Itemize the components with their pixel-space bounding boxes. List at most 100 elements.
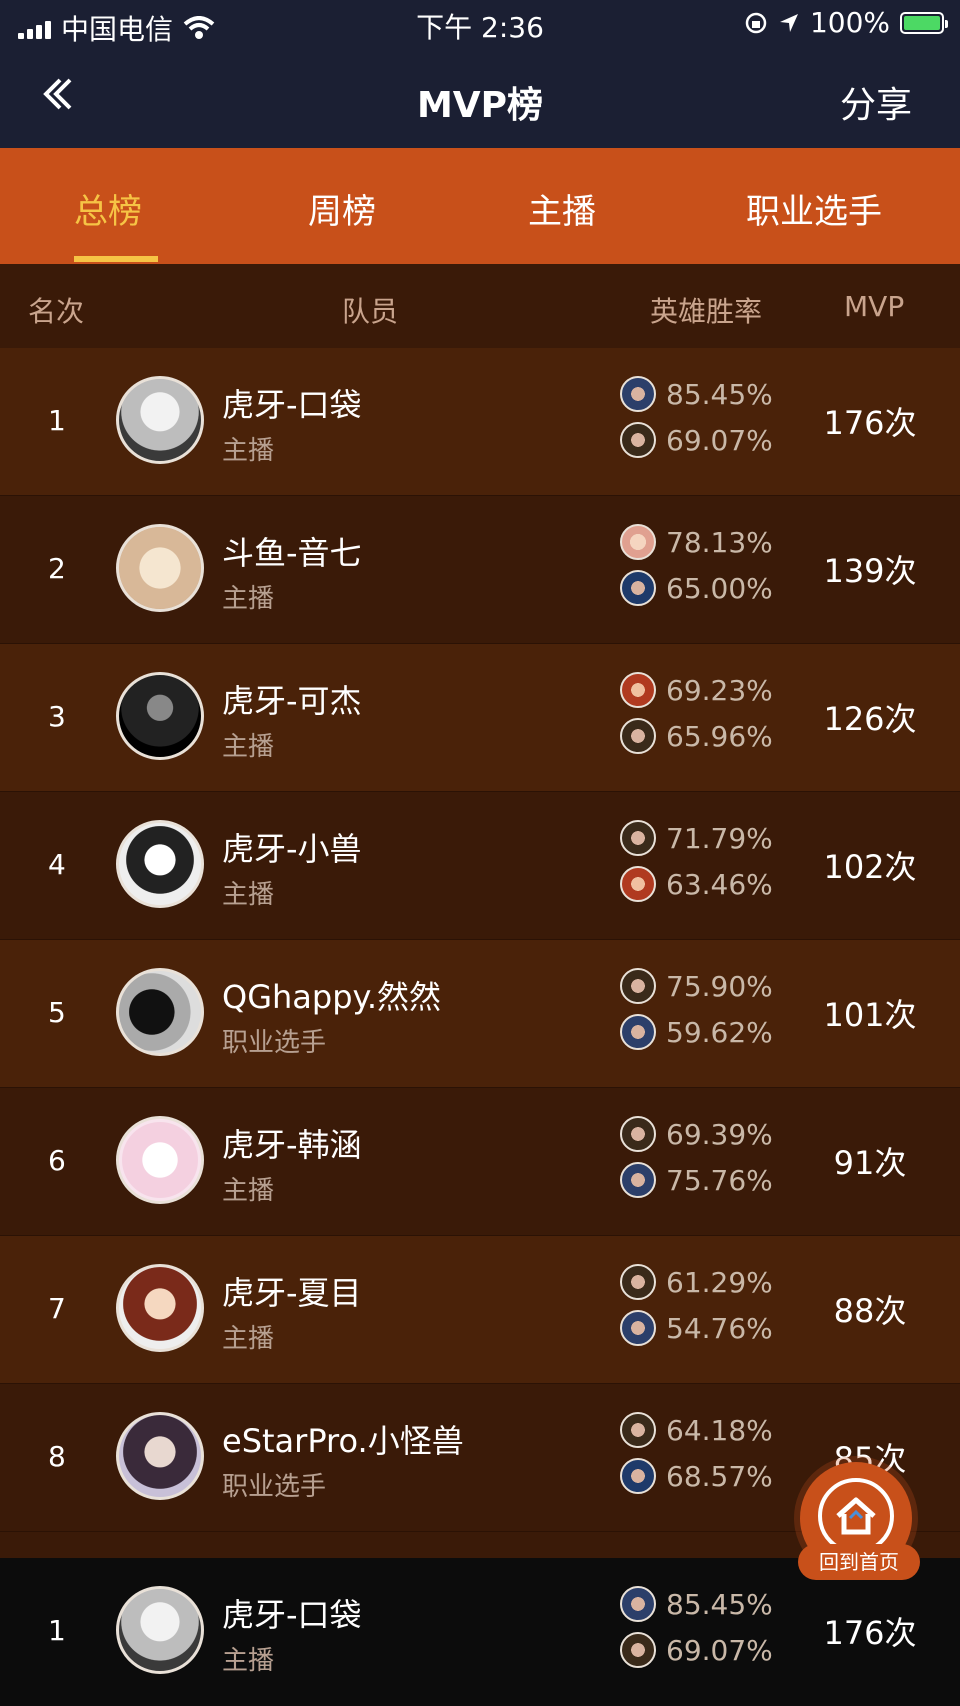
hero-winrate: 69.07%	[666, 1634, 773, 1667]
hero-avatar-icon	[620, 1412, 656, 1448]
mvp-count: 91次	[833, 1144, 907, 1182]
player-role: 主播	[222, 1324, 275, 1354]
player-role: 职业选手	[222, 1472, 327, 1502]
player-role: 主播	[222, 1176, 275, 1206]
page-title: MVP榜	[416, 85, 544, 126]
avatar	[116, 1116, 204, 1204]
active-tab-indicator	[74, 256, 158, 262]
rank-number: 1	[48, 404, 66, 437]
battery-icon	[900, 11, 948, 34]
hero-avatar-icon	[620, 570, 656, 606]
hero-winrate: 68.57%	[666, 1460, 773, 1493]
hero-avatar-icon	[620, 968, 656, 1004]
rank-number: 6	[48, 1144, 66, 1177]
mvp-count: 126次	[823, 700, 917, 738]
player-role: 主播	[222, 436, 275, 466]
player-name: 虎牙-韩涵	[222, 1126, 362, 1164]
tab-overall[interactable]: 总榜	[74, 184, 142, 233]
hero-winrate: 59.62%	[666, 1016, 773, 1049]
rank-number: 1	[48, 1614, 66, 1647]
hero-winrate: 71.79%	[666, 822, 773, 855]
rank-number: 8	[48, 1440, 66, 1473]
player-name: eStarPro.小怪兽	[222, 1422, 464, 1460]
player-name: 虎牙-夏目	[222, 1274, 362, 1312]
player-role: 主播	[222, 732, 275, 762]
table-row[interactable]: 5 QGhappy.然然 职业选手 75.90% 59.62% 101次	[0, 940, 960, 1088]
hero-winrate: 69.07%	[666, 424, 773, 457]
rank-number: 4	[48, 848, 66, 881]
hero-avatar-icon	[620, 1632, 656, 1668]
status-bar: 中国电信 下午 2:36 100%	[0, 0, 960, 48]
table-header: 名次 队员 英雄胜率 MVP	[0, 266, 960, 348]
player-role: 主播	[222, 584, 275, 614]
hero-winrate: 75.90%	[666, 970, 773, 1003]
avatar	[116, 1586, 204, 1674]
header-member: 队员	[342, 295, 399, 328]
table-row[interactable]: 3 虎牙-可杰 主播 69.23% 65.96% 126次	[0, 644, 960, 792]
status-right: 100%	[744, 6, 948, 39]
table-row[interactable]: 1 虎牙-口袋 主播 85.45% 69.07% 176次	[0, 348, 960, 496]
back-to-home-label[interactable]: 回到首页	[798, 1544, 920, 1580]
share-button[interactable]: 分享	[840, 76, 912, 128]
hero-winrate: 63.46%	[666, 868, 773, 901]
player-name: 虎牙-口袋	[222, 386, 362, 424]
battery-percent: 100%	[809, 6, 890, 39]
player-role: 主播	[222, 880, 275, 910]
rank-number: 7	[48, 1292, 66, 1325]
hero-winrate: 65.00%	[666, 572, 773, 605]
hero-winrate: 64.18%	[666, 1414, 773, 1447]
hero-avatar-icon	[620, 524, 656, 560]
hero-avatar-icon	[620, 1586, 656, 1622]
tab-pro-player[interactable]: 职业选手	[746, 184, 882, 233]
rank-number: 2	[48, 552, 66, 585]
avatar	[116, 1264, 204, 1352]
rank-number: 5	[48, 996, 66, 1029]
avatar	[116, 968, 204, 1056]
tab-streamer[interactable]: 主播	[528, 184, 596, 233]
mvp-count: 88次	[833, 1292, 907, 1330]
hero-avatar-icon	[620, 376, 656, 412]
hero-avatar-icon	[620, 1264, 656, 1300]
home-icon	[836, 1497, 876, 1535]
mvp-count: 176次	[823, 404, 917, 442]
avatar	[116, 820, 204, 908]
player-name: 斗鱼-音七	[222, 534, 362, 572]
rank-number: 3	[48, 700, 66, 733]
my-rank-row[interactable]: 1 虎牙-口袋 主播 85.45% 69.07% 176次	[0, 1558, 960, 1706]
header-rank: 名次	[28, 295, 85, 328]
header-mvp: MVP	[844, 290, 905, 323]
hero-winrate: 85.45%	[666, 1588, 773, 1621]
avatar	[116, 524, 204, 612]
avatar	[116, 1412, 204, 1500]
orientation-lock-icon	[745, 12, 767, 33]
mvp-count: 101次	[823, 996, 917, 1034]
table-row[interactable]: 4 虎牙-小兽 主播 71.79% 63.46% 102次	[0, 792, 960, 940]
hero-avatar-icon	[620, 672, 656, 708]
mvp-count: 176次	[823, 1614, 917, 1652]
table-row[interactable]: 2 斗鱼-音七 主播 78.13% 65.00% 139次	[0, 496, 960, 644]
hero-avatar-icon	[620, 1116, 656, 1152]
hero-winrate: 75.76%	[666, 1164, 773, 1197]
hero-avatar-icon	[620, 1162, 656, 1198]
player-role: 主播	[222, 1646, 275, 1676]
player-role: 职业选手	[222, 1028, 327, 1058]
hero-avatar-icon	[620, 718, 656, 754]
hero-avatar-icon	[620, 1310, 656, 1346]
hero-avatar-icon	[620, 422, 656, 458]
hero-winrate: 78.13%	[666, 526, 773, 559]
hero-avatar-icon	[620, 1014, 656, 1050]
tab-weekly[interactable]: 周榜	[308, 184, 376, 233]
player-name: QGhappy.然然	[222, 978, 442, 1016]
table-row[interactable]: 7 虎牙-夏目 主播 61.29% 54.76% 88次	[0, 1236, 960, 1384]
hero-winrate: 69.39%	[666, 1118, 773, 1151]
hero-winrate: 54.76%	[666, 1312, 773, 1345]
hero-avatar-icon	[620, 820, 656, 856]
hero-winrate: 65.96%	[666, 720, 773, 753]
player-name: 虎牙-可杰	[222, 682, 362, 720]
location-icon	[779, 13, 798, 32]
table-row[interactable]: 6 虎牙-韩涵 主播 69.39% 75.76% 91次	[0, 1088, 960, 1236]
nav-bar: MVP榜 分享	[0, 48, 960, 148]
header-winrate: 英雄胜率	[650, 295, 763, 328]
player-name: 虎牙-小兽	[222, 830, 362, 868]
avatar	[116, 672, 204, 760]
